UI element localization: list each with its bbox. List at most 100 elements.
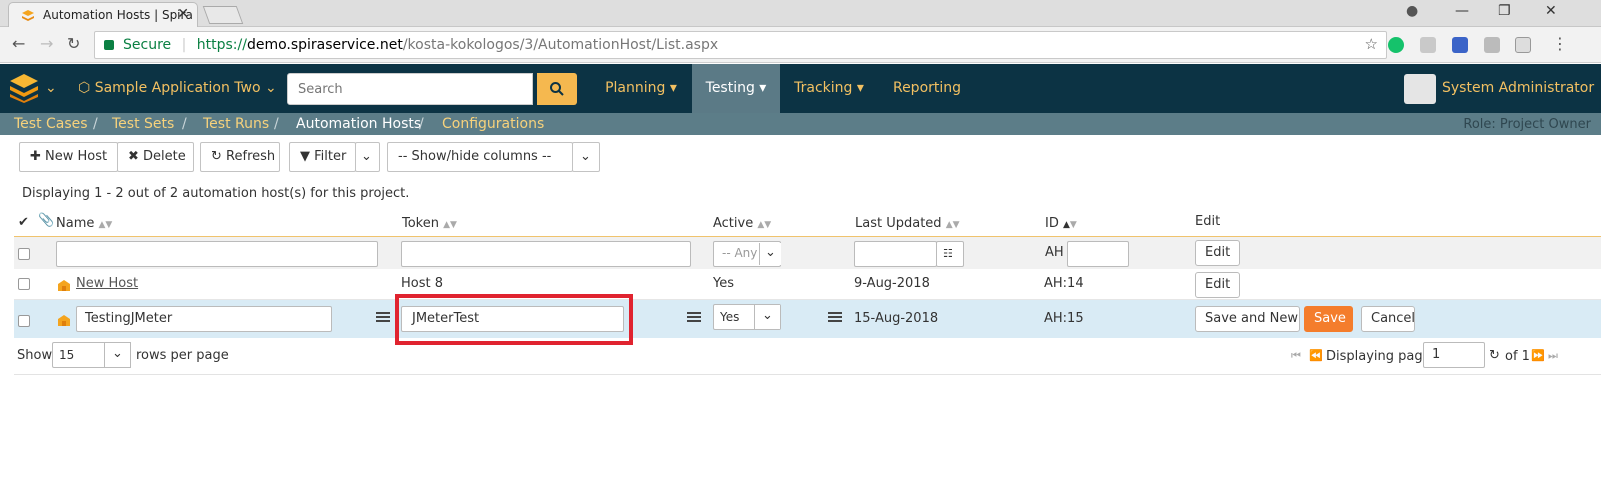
displaying-page-label: Displaying page [1326, 349, 1431, 364]
user-menu[interactable]: System Administrator ⌄ [1442, 80, 1601, 96]
address-bar[interactable]: Secure | https://demo.spiraservice.net/k… [94, 31, 1387, 59]
subnav-separator: / [419, 116, 424, 132]
subnav-test-cases[interactable]: Test Cases [14, 116, 88, 132]
restore-icon[interactable]: ❐ [1498, 3, 1511, 19]
last-updated-header-label: Last Updated [855, 216, 942, 231]
project-selector[interactable]: ⬡ Sample Application Two ⌄ [78, 80, 277, 96]
sort-icon[interactable]: ▲ [1063, 220, 1070, 230]
minimize-icon[interactable]: — [1455, 3, 1469, 19]
automation-host-icon [58, 315, 70, 326]
back-arrow-icon[interactable]: ← [12, 34, 25, 53]
column-header-token[interactable]: Token ▲▼ [402, 216, 457, 231]
subnav-separator: / [182, 116, 187, 132]
spira-logo-icon[interactable] [8, 72, 40, 104]
host-id: AH:14 [1044, 276, 1084, 291]
id-filter-input[interactable] [1067, 241, 1129, 267]
next-page-icon[interactable]: ⏩ [1531, 349, 1545, 362]
menu-testing[interactable]: Testing ▾ [692, 64, 780, 113]
search-button[interactable] [537, 73, 577, 105]
filter-row-checkbox[interactable] [18, 248, 30, 260]
list-icon[interactable] [376, 312, 390, 324]
menu-planning-label: Planning [605, 80, 666, 96]
url-path: /kosta-kokologos/3/AutomationHost/List.a… [402, 37, 719, 53]
rows-per-page-select[interactable]: 15 [52, 342, 107, 368]
puzzle-extension-icon[interactable] [1484, 37, 1500, 53]
show-hide-label: -- Show/hide columns -- [398, 149, 552, 164]
automation-host-icon [58, 280, 70, 291]
select-all-check-icon[interactable]: ✔ [18, 215, 29, 230]
last-page-icon[interactable]: ⏭ [1548, 349, 1558, 363]
grammarly-extension-icon[interactable] [1388, 37, 1404, 53]
filter-edit-button[interactable]: Edit [1195, 240, 1240, 266]
tab-close-icon[interactable]: ✕ [177, 6, 189, 22]
column-header-last-updated[interactable]: Last Updated ▲▼ [855, 216, 960, 231]
sort-icon[interactable]: ▼ [1070, 220, 1077, 230]
browser-tab[interactable]: Automation Hosts | Spira ✕ [8, 2, 198, 27]
chevron-down-icon[interactable]: ⌄ [104, 342, 131, 368]
host-name-input[interactable]: TestingJMeter [76, 306, 332, 332]
calendar-extension-icon[interactable] [1452, 37, 1468, 53]
url-host: demo.spiraservice.net [246, 37, 403, 53]
new-tab-button[interactable] [202, 6, 244, 24]
show-hide-dropdown-button[interactable]: ⌄ [572, 142, 600, 172]
column-header-name[interactable]: Name ▲▼ [56, 216, 112, 231]
account-icon[interactable]: ● [1406, 3, 1418, 19]
cancel-button[interactable]: Cancel [1361, 306, 1415, 332]
chevron-down-icon: ⌄ [361, 149, 372, 164]
subnav-configurations[interactable]: Configurations [442, 116, 544, 132]
host-last-updated: 9-Aug-2018 [854, 276, 930, 291]
save-and-new-button[interactable]: Save and New [1195, 306, 1300, 332]
user-name: System Administrator [1442, 80, 1595, 96]
menu-tracking-label: Tracking [794, 80, 853, 96]
first-page-icon[interactable]: ⏮ [1291, 349, 1301, 363]
row-checkbox[interactable] [18, 278, 30, 290]
list-icon[interactable] [687, 312, 701, 324]
delete-button[interactable]: ✖ Delete [117, 142, 194, 172]
r-extension-icon[interactable] [1515, 37, 1531, 53]
column-header-id[interactable]: ID ▲▼ [1045, 216, 1077, 231]
subnav-automation-hosts[interactable]: Automation Hosts [296, 116, 421, 132]
save-button[interactable]: Save [1304, 306, 1353, 332]
calendar-button[interactable]: ☷ [936, 241, 964, 267]
page-number-input[interactable]: 1 [1423, 342, 1485, 368]
logo-chevron-down-icon[interactable]: ⌄ [45, 80, 57, 96]
sort-icon[interactable]: ▲▼ [946, 220, 960, 230]
menu-planning[interactable]: Planning ▾ [598, 64, 684, 113]
search-input[interactable] [287, 73, 533, 105]
forward-arrow-icon[interactable]: → [40, 34, 53, 53]
token-filter-input[interactable] [401, 241, 691, 267]
list-icon[interactable] [828, 312, 842, 324]
subnav-test-sets[interactable]: Test Sets [112, 116, 174, 132]
page-refresh-icon[interactable]: ↻ [1489, 348, 1500, 363]
tab-title: Automation Hosts | Spira [43, 8, 193, 22]
sort-icon[interactable]: ▲▼ [99, 220, 113, 230]
menu-tracking[interactable]: Tracking ▾ [786, 64, 872, 113]
new-host-button[interactable]: ✚ New Host [19, 142, 118, 172]
bookmark-star-icon[interactable]: ☆ [1365, 35, 1378, 53]
chevron-down-icon[interactable]: ⌄ [754, 305, 780, 329]
avatar[interactable] [1404, 74, 1436, 104]
row-edit-button[interactable]: Edit [1195, 272, 1240, 298]
row-checkbox[interactable] [18, 315, 30, 327]
chevron-down-icon[interactable]: ⌄ [759, 243, 781, 265]
last-updated-filter-input[interactable] [854, 241, 937, 267]
filter-dropdown-button[interactable]: ⌄ [355, 142, 380, 172]
pdf-extension-icon[interactable] [1420, 37, 1436, 53]
window-close-icon[interactable]: ✕ [1545, 3, 1557, 19]
host-name-link[interactable]: New Host [76, 276, 138, 291]
refresh-icon: ↻ [211, 149, 222, 164]
chrome-menu-icon[interactable]: ⋮ [1552, 34, 1568, 53]
sort-icon[interactable]: ▲▼ [757, 220, 771, 230]
name-filter-input[interactable] [56, 241, 378, 267]
reload-icon[interactable]: ↻ [67, 34, 80, 53]
filter-button[interactable]: ▼ Filter [289, 142, 356, 172]
column-header-active[interactable]: Active ▲▼ [713, 216, 771, 231]
menu-reporting[interactable]: Reporting [884, 64, 970, 113]
show-hide-columns-select[interactable]: -- Show/hide columns -- [387, 142, 573, 172]
subnav-test-runs[interactable]: Test Runs [203, 116, 269, 132]
host-id: AH:15 [1044, 311, 1084, 326]
previous-page-icon[interactable]: ⏪ [1309, 349, 1323, 362]
refresh-button[interactable]: ↻ Refresh [200, 142, 280, 172]
host-token: Host 8 [401, 276, 444, 291]
sort-icon[interactable]: ▲▼ [443, 220, 457, 230]
